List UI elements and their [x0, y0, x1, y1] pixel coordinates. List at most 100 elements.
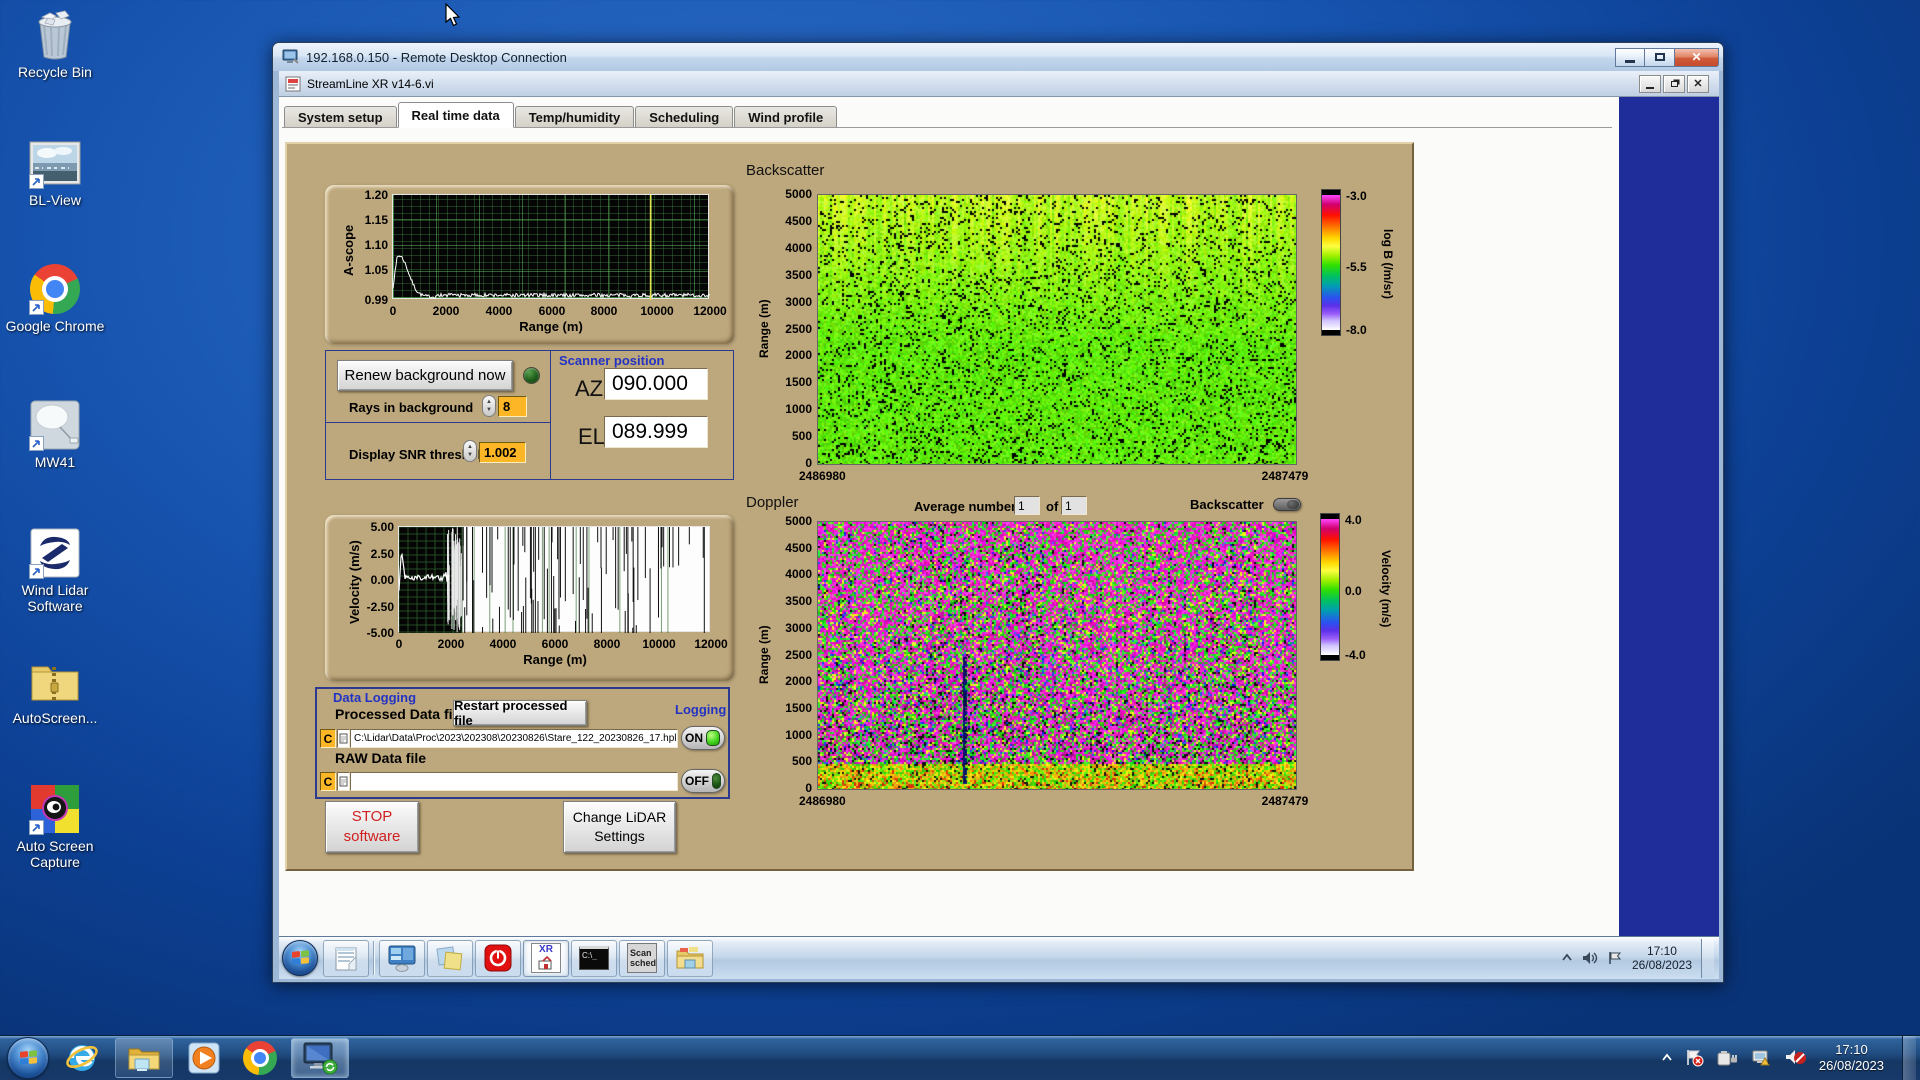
taskbar-item-sticky-notes[interactable] — [427, 939, 473, 977]
doppler-colorbar-label: Velocity (m/s) — [1379, 550, 1393, 628]
velocity-graph-box: Velocity (m/s) 5.00 2.50 0.00 -2.50 -5.00 0 20… — [325, 515, 734, 681]
remote-system-tray: 17:10 26/08/2023 — [1561, 938, 1716, 978]
volume-muted-icon[interactable] — [1785, 1049, 1807, 1067]
axis-tick-label: 1.15 — [364, 213, 388, 227]
remote-desktop-icon — [303, 1042, 338, 1075]
stop-button-line2: software — [343, 828, 401, 845]
taskbar-item-windows-explorer[interactable] — [115, 1038, 173, 1078]
tab-temp-humidity[interactable]: Temp/humidity — [514, 106, 635, 128]
host-system-tray: ! 17:10 26/08/2023 — [1661, 1035, 1916, 1080]
average-total-field[interactable]: 1 — [1061, 496, 1087, 515]
rdp-title-bar[interactable]: 192.168.0.150 - Remote Desktop Connectio… — [273, 43, 1723, 71]
taskbar-item-streamline-xr[interactable]: XR — [523, 939, 569, 977]
velocity-plot[interactable]: 5.00 2.50 0.00 -2.50 -5.00 0 2000 4000 6000 8000 1… — [367, 520, 728, 651]
processed-drive-selector[interactable]: C — [320, 729, 336, 748]
axis-tick-label: 4500 — [785, 541, 812, 555]
processed-logging-toggle[interactable]: ON — [681, 726, 725, 750]
spinner-up-icon: ▲ — [467, 444, 473, 450]
change-button-line1: Change LiDAR — [572, 809, 667, 825]
hidden-icons-arrow-icon[interactable] — [1561, 953, 1573, 963]
backscatter-canvas — [817, 194, 1297, 465]
raw-drive-selector[interactable]: C — [320, 772, 336, 791]
velocity-trace — [399, 527, 705, 633]
desktop-icon-label: BL-View — [29, 192, 81, 208]
axis-tick-label: 4.0 — [1345, 513, 1362, 527]
desktop-icon-label: Recycle Bin — [18, 64, 92, 80]
raw-browse-icon[interactable] — [337, 772, 350, 791]
desktop-icon-auto-screen-capture[interactable]: Auto Screen Capture — [2, 782, 108, 870]
maximize-button[interactable] — [1645, 47, 1675, 67]
el-field[interactable]: 089.999 — [604, 416, 708, 448]
tab-system-setup[interactable]: System setup — [284, 106, 397, 128]
snr-spinner[interactable]: ▲ ▼ — [463, 440, 477, 462]
rays-spinner[interactable]: ▲ ▼ — [482, 395, 496, 417]
taskbar-item-remote-desktop[interactable] — [291, 1038, 349, 1078]
host-clock[interactable]: 17:10 26/08/2023 — [1819, 1042, 1884, 1074]
display-settings-icon — [388, 945, 416, 972]
axis-tick-label: 1500 — [785, 375, 812, 389]
network-warning-icon[interactable]: ! — [1751, 1049, 1773, 1067]
taskbar-item-windows-media-player[interactable] — [179, 1038, 229, 1078]
taskbar-item-power[interactable] — [475, 939, 521, 977]
close-button[interactable]: ✕ — [1675, 47, 1719, 67]
remote-start-button[interactable] — [282, 940, 318, 976]
action-center-flag-icon[interactable] — [1607, 951, 1623, 965]
doppler-backscatter-toggle[interactable] — [1273, 498, 1301, 511]
streamline-title-bar[interactable]: StreamLine XR v14-6.vi ✕ — [279, 71, 1719, 97]
hidden-icons-arrow-icon[interactable] — [1661, 1053, 1673, 1063]
axis-tick-label: 4000 — [485, 304, 513, 318]
remote-clock[interactable]: 17:10 26/08/2023 — [1632, 944, 1692, 972]
minimize-button[interactable] — [1639, 74, 1661, 93]
volume-icon[interactable] — [1582, 951, 1598, 965]
desktop-icon-bl-view[interactable]: BL-View — [2, 136, 108, 208]
chrome-icon — [28, 262, 82, 316]
stop-software-button[interactable]: STOP software — [325, 801, 419, 853]
mw41-icon — [28, 398, 82, 452]
processed-browse-icon[interactable] — [337, 729, 350, 748]
taskbar-item-folder[interactable] — [667, 939, 713, 977]
raw-data-file-path[interactable] — [350, 772, 678, 791]
host-show-desktop-button[interactable] — [1902, 1035, 1916, 1080]
rays-in-background-label: Rays in background — [349, 400, 474, 415]
toggle-on-label: ON — [685, 731, 703, 745]
tab-real-time-data[interactable]: Real time data — [397, 102, 514, 128]
desktop-icon-mw41[interactable]: MW41 — [2, 398, 108, 470]
display-snr-threshold-field[interactable]: 1.002 — [479, 442, 526, 463]
toggle-off-light-icon — [712, 773, 721, 789]
az-field[interactable]: 090.000 — [604, 368, 708, 400]
taskbar-item-display-properties[interactable] — [379, 939, 425, 977]
restart-processed-file-button[interactable]: Restart processed file — [453, 698, 587, 728]
axis-tick-label: 2000 — [432, 304, 460, 318]
taskbar-item-notepad[interactable] — [323, 939, 369, 977]
action-center-flag-error-icon[interactable] — [1685, 1049, 1705, 1067]
taskbar-item-internet-explorer[interactable] — [55, 1038, 109, 1078]
backscatter-plot[interactable]: 5000 4500 4000 3500 3000 2500 2000 1500 1000 500 0… — [785, 187, 1308, 483]
close-button[interactable]: ✕ — [1687, 74, 1709, 93]
desktop-icon-google-chrome[interactable]: Google Chrome — [2, 262, 108, 334]
renew-background-button[interactable]: Renew background now — [337, 360, 513, 391]
desktop-icon-recycle-bin[interactable]: Recycle Bin — [2, 8, 108, 80]
desktop-icon-wind-lidar[interactable]: Wind Lidar Software — [2, 526, 108, 614]
host-start-button[interactable] — [7, 1037, 49, 1079]
minimize-button[interactable] — [1615, 47, 1645, 67]
desktop-icon-autoscreen-zip[interactable]: AutoScreen... — [2, 654, 108, 726]
restore-button[interactable] — [1663, 74, 1685, 93]
tab-scheduling[interactable]: Scheduling — [635, 106, 734, 128]
taskbar-item-scan-scheduler[interactable]: Scan sched — [619, 939, 665, 977]
battery-plug-icon[interactable] — [1717, 1049, 1739, 1067]
taskbar-item-command-prompt[interactable]: C:\_ — [571, 939, 617, 977]
change-lidar-settings-button[interactable]: Change LiDAR Settings — [563, 801, 676, 853]
remote-session: StreamLine XR v14-6.vi ✕ System setup Re… — [279, 71, 1719, 979]
raw-logging-toggle[interactable]: OFF — [681, 769, 725, 793]
axis-tick-label: 10000 — [642, 637, 676, 651]
processed-data-file-path[interactable]: C:\Lidar\Data\Proc\2023\202308\20230826\… — [350, 729, 678, 748]
ascope-graph-box: A-scope 1.20 1.15 1.10 1.05 0.99 0 2000 4000 600… — [325, 185, 734, 344]
average-number-field[interactable]: 1 — [1014, 496, 1040, 515]
remote-show-desktop-button[interactable] — [1701, 938, 1714, 978]
rays-in-background-field[interactable]: 8 — [498, 396, 527, 417]
doppler-plot[interactable]: 5000 4500 4000 3500 3000 2500 2000 1500 1000 500 0… — [785, 514, 1308, 808]
taskbar-item-google-chrome[interactable] — [235, 1038, 285, 1078]
ascope-plot[interactable]: 1.20 1.15 1.10 1.05 0.99 0 2000 4000 6000 8000 100… — [365, 188, 727, 318]
desktop-icon-label: AutoScreen... — [12, 710, 98, 726]
tab-wind-profile[interactable]: Wind profile — [734, 106, 838, 128]
